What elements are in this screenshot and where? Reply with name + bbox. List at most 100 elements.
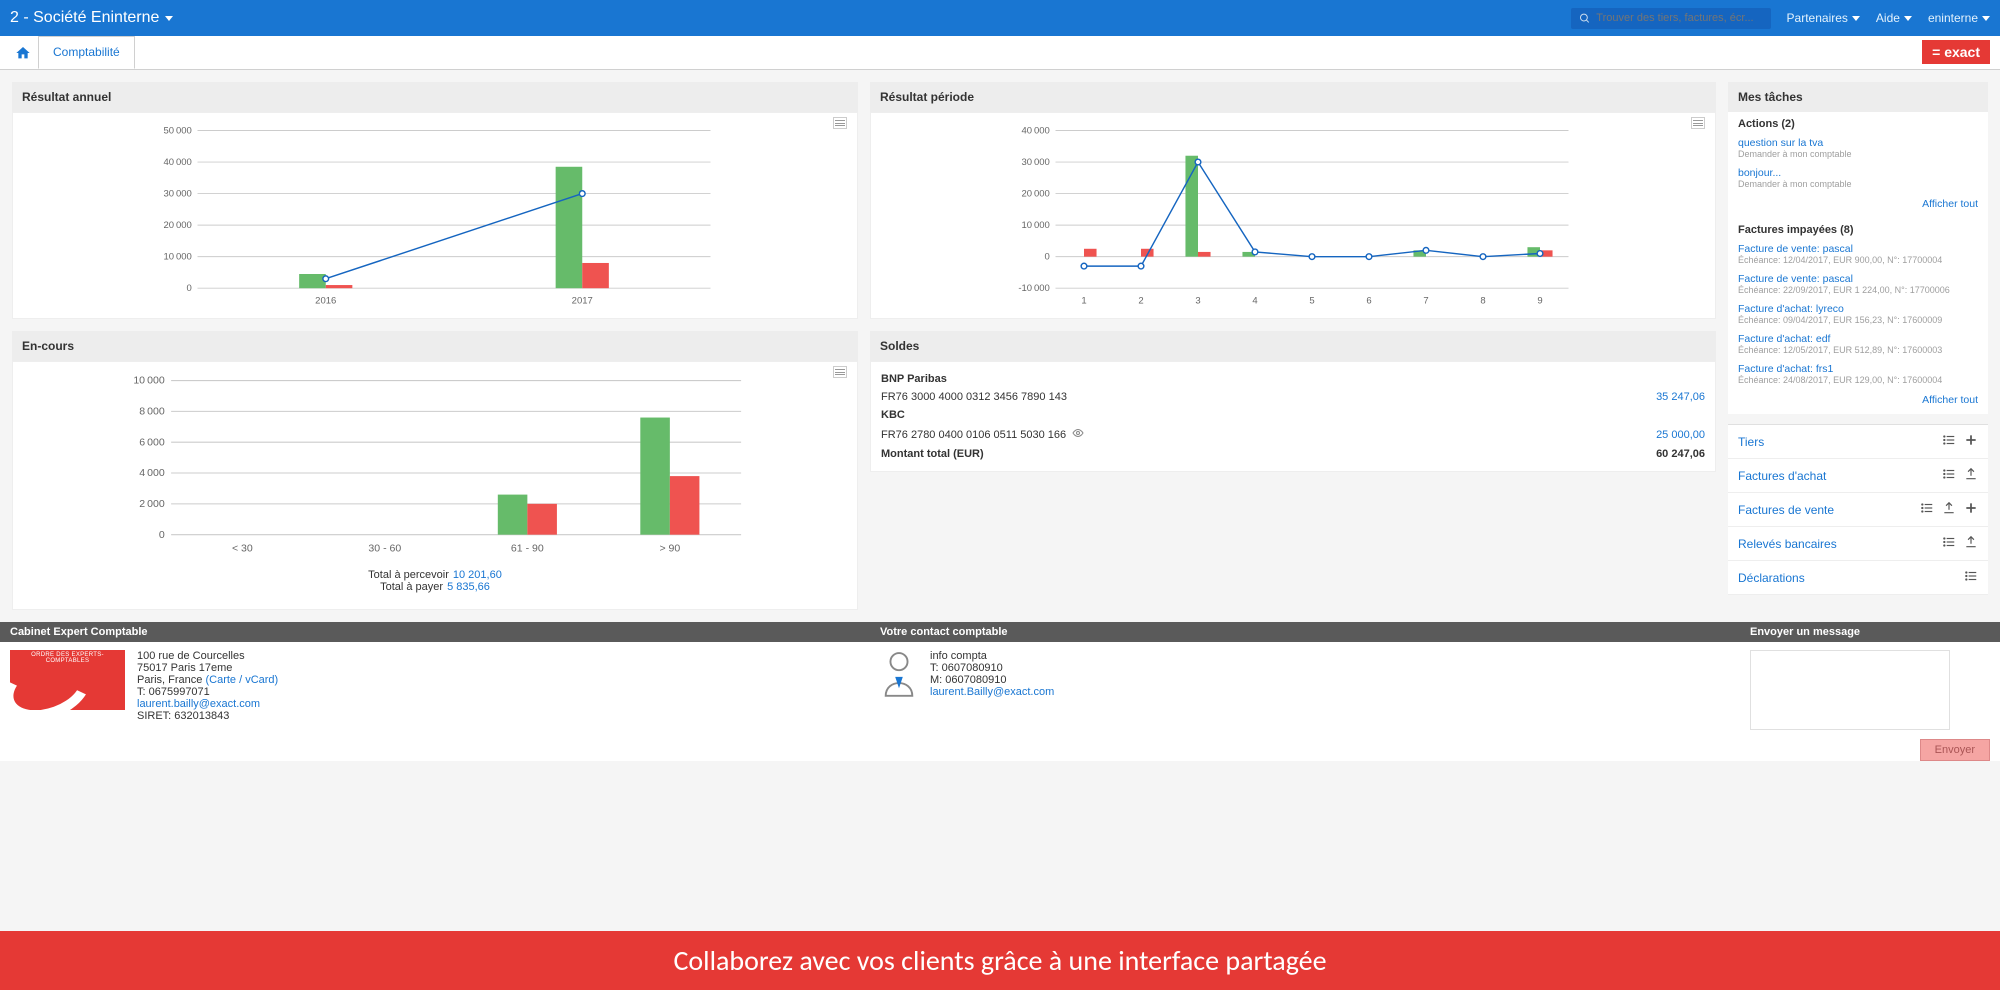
- chevron-down-icon: [1852, 16, 1860, 21]
- chevron-down-icon: [1982, 16, 1990, 21]
- svg-text:50 000: 50 000: [163, 125, 191, 136]
- svg-text:> 90: > 90: [659, 543, 680, 555]
- upload-icon[interactable]: [1964, 535, 1978, 552]
- svg-text:4 000: 4 000: [139, 467, 165, 479]
- svg-text:5: 5: [1309, 295, 1314, 306]
- footer-col3-title: Envoyer un message: [1750, 626, 1990, 638]
- item-meta: Échéance: 24/08/2017, EUR 129,00, N°: 17…: [1738, 375, 1978, 385]
- bank-iban: FR76 2780 0400 0106 0511 5030 166: [881, 429, 1066, 441]
- svg-text:< 30: < 30: [232, 543, 253, 555]
- svg-text:7: 7: [1423, 295, 1428, 306]
- help-link[interactable]: Aide: [1876, 11, 1912, 25]
- plus-icon[interactable]: [1964, 501, 1978, 518]
- chart-menu-icon[interactable]: [833, 366, 847, 378]
- ordre-experts-logo: ORDRE DES EXPERTS-COMPTABLES: [10, 650, 125, 710]
- mytasks-panel: Mes tâches Actions (2) question sur la t…: [1728, 82, 1988, 414]
- person-icon: [880, 650, 918, 761]
- card-title-period: Résultat période: [870, 82, 1716, 112]
- quicknav-factures-d-achat[interactable]: Factures d'achat: [1728, 459, 1988, 493]
- soldes-table: BNP Paribas FR76 3000 4000 0312 3456 789…: [870, 361, 1716, 472]
- chevron-down-icon: [1904, 16, 1912, 21]
- svg-text:2017: 2017: [572, 295, 593, 306]
- item-meta: Échéance: 09/04/2017, EUR 156,23, N°: 17…: [1738, 315, 1978, 325]
- chart-annual: 010 00020 00030 00040 00050 00020162017: [12, 112, 858, 319]
- partners-link[interactable]: Partenaires: [1787, 11, 1860, 25]
- svg-text:2016: 2016: [315, 295, 336, 306]
- plus-icon[interactable]: [1964, 433, 1978, 450]
- total-pay-link[interactable]: 5 835,66: [447, 581, 490, 593]
- quicknav-label: Factures de vente: [1738, 503, 1834, 517]
- svg-text:20 000: 20 000: [163, 220, 191, 231]
- show-all-unpaid[interactable]: Afficher tout: [1922, 394, 1978, 406]
- card-title-encours: En-cours: [12, 331, 858, 361]
- quicknav-d-clarations[interactable]: Déclarations: [1728, 561, 1988, 595]
- svg-text:0: 0: [1045, 252, 1050, 263]
- upload-icon[interactable]: [1964, 467, 1978, 484]
- tab-comptabilite[interactable]: Comptabilité: [38, 36, 135, 69]
- list-icon[interactable]: [1942, 535, 1956, 552]
- unpaid-heading: Factures impayées (8): [1728, 218, 1988, 238]
- svg-text:2: 2: [1138, 295, 1143, 306]
- bank-amount[interactable]: 35 247,06: [1656, 391, 1705, 403]
- action-link[interactable]: question sur la tva: [1738, 137, 1823, 149]
- quicknav-label: Déclarations: [1738, 571, 1805, 585]
- footer-col1-title: Cabinet Expert Comptable: [10, 626, 880, 638]
- send-button[interactable]: Envoyer: [1920, 739, 1990, 761]
- list-icon[interactable]: [1964, 569, 1978, 586]
- mytasks-title: Mes tâches: [1728, 82, 1988, 112]
- invoice-link[interactable]: Facture de vente: pascal: [1738, 243, 1853, 255]
- total-receive-link[interactable]: 10 201,60: [453, 569, 502, 581]
- svg-text:4: 4: [1252, 295, 1257, 306]
- promo-banner: Collaborez avec vos clients grâce à une …: [0, 931, 2000, 990]
- bank-iban: FR76 3000 4000 0312 3456 7890 143: [881, 391, 1067, 403]
- svg-text:20 000: 20 000: [1021, 188, 1049, 199]
- footer-bar: Cabinet Expert Comptable Votre contact c…: [0, 622, 2000, 642]
- quicknav-relev-s-bancaires[interactable]: Relevés bancaires: [1728, 527, 1988, 561]
- invoice-link[interactable]: Facture de vente: pascal: [1738, 273, 1853, 285]
- cabinet-address: 100 rue de Courcelles 75017 Paris 17eme …: [137, 650, 278, 761]
- chevron-down-icon[interactable]: [165, 16, 173, 21]
- svg-text:2 000: 2 000: [139, 498, 165, 510]
- svg-text:0: 0: [187, 283, 192, 294]
- svg-text:0: 0: [159, 529, 165, 541]
- search-icon: [1579, 12, 1591, 25]
- footer-col2-title: Votre contact comptable: [880, 626, 1750, 638]
- search-input[interactable]: [1596, 12, 1762, 24]
- svg-text:6 000: 6 000: [139, 436, 165, 448]
- invoice-link[interactable]: Facture d'achat: edf: [1738, 333, 1830, 345]
- svg-text:9: 9: [1537, 295, 1542, 306]
- list-icon[interactable]: [1920, 501, 1934, 518]
- invoice-link[interactable]: Facture d'achat: lyreco: [1738, 303, 1844, 315]
- message-textarea[interactable]: [1750, 650, 1950, 730]
- card-title-annual: Résultat annuel: [12, 82, 858, 112]
- invoice-link[interactable]: Facture d'achat: frs1: [1738, 363, 1833, 375]
- contact-email-link[interactable]: laurent.Bailly@exact.com: [930, 686, 1054, 698]
- chart-menu-icon[interactable]: [1691, 117, 1705, 129]
- svg-text:10 000: 10 000: [1021, 220, 1049, 231]
- cabinet-email-link[interactable]: laurent.bailly@exact.com: [137, 698, 260, 710]
- list-icon[interactable]: [1942, 467, 1956, 484]
- svg-text:10 000: 10 000: [133, 375, 165, 387]
- company-selector[interactable]: 2 - Société Eninterne: [10, 9, 159, 27]
- user-menu[interactable]: eninterne: [1928, 11, 1990, 25]
- svg-text:3: 3: [1195, 295, 1200, 306]
- bank-amount[interactable]: 25 000,00: [1656, 429, 1705, 441]
- global-search[interactable]: [1571, 8, 1771, 29]
- total-amount: 60 247,06: [1656, 448, 1705, 460]
- home-button[interactable]: [8, 36, 38, 69]
- quicknav-label: Factures d'achat: [1738, 469, 1826, 483]
- action-link[interactable]: bonjour...: [1738, 167, 1781, 179]
- home-icon: [15, 45, 31, 61]
- quicknav-label: Relevés bancaires: [1738, 537, 1837, 551]
- quicknav-factures-de-vente[interactable]: Factures de vente: [1728, 493, 1988, 527]
- map-vcard-link[interactable]: (Carte / vCard): [205, 674, 278, 686]
- svg-text:30 - 60: 30 - 60: [368, 543, 401, 555]
- show-all-actions[interactable]: Afficher tout: [1922, 198, 1978, 210]
- quicknav-tiers[interactable]: Tiers: [1728, 425, 1988, 459]
- upload-icon[interactable]: [1942, 501, 1956, 518]
- chart-menu-icon[interactable]: [833, 117, 847, 129]
- item-meta: Échéance: 12/05/2017, EUR 512,89, N°: 17…: [1738, 345, 1978, 355]
- eye-icon[interactable]: [1072, 427, 1084, 442]
- list-icon[interactable]: [1942, 433, 1956, 450]
- encours-totals: Total à percevoir10 201,60 Total à payer…: [21, 563, 849, 605]
